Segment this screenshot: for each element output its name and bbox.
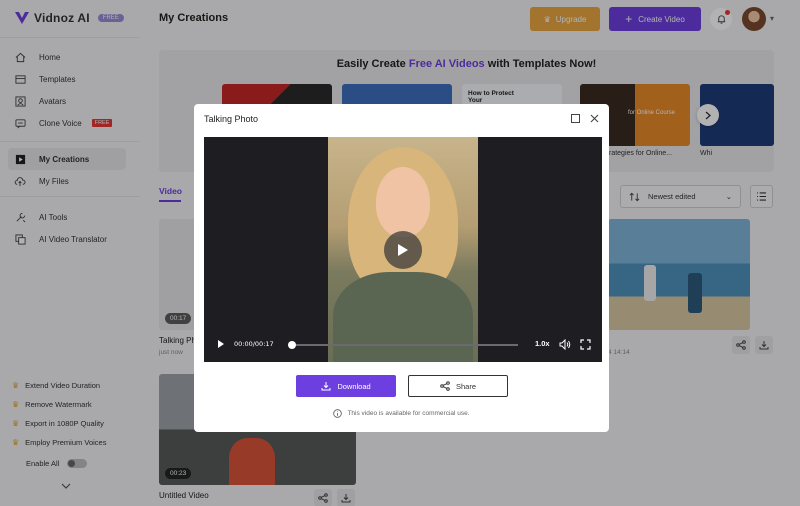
fullscreen-icon [580,339,591,350]
download-icon [321,382,331,391]
player-controls: 00:00/00:17 1.0x [204,336,602,354]
close-button[interactable] [588,112,600,124]
progress-track[interactable] [292,344,518,346]
info-icon [333,409,343,418]
progress-handle[interactable] [288,341,296,349]
play-icon [398,244,408,256]
maximize-button[interactable] [569,112,581,124]
volume-button[interactable] [559,338,571,352]
fullscreen-button[interactable] [580,339,591,352]
play-overlay-button[interactable] [384,231,422,269]
commercial-use-notice: This video is available for commercial u… [194,409,609,418]
download-label: Download [337,381,371,391]
notice-text: This video is available for commercial u… [347,410,470,417]
portrait-face [376,167,430,237]
playback-speed[interactable]: 1.0x [535,339,550,348]
video-player[interactable]: 00:00/00:17 1.0x [204,137,602,362]
play-button[interactable] [217,339,225,351]
maximize-icon [570,113,580,123]
share-button[interactable]: Share [408,375,508,397]
download-button[interactable]: Download [296,375,396,397]
modal-title: Talking Photo [204,114,259,124]
play-icon [218,340,224,348]
time-readout: 00:00/00:17 [234,340,274,348]
close-icon [590,114,598,122]
share-label: Share [455,381,476,391]
talking-photo-modal: Talking Photo 00:00/00:17 1.0x Download … [194,104,609,432]
share-icon [440,381,450,391]
volume-icon [559,338,571,351]
